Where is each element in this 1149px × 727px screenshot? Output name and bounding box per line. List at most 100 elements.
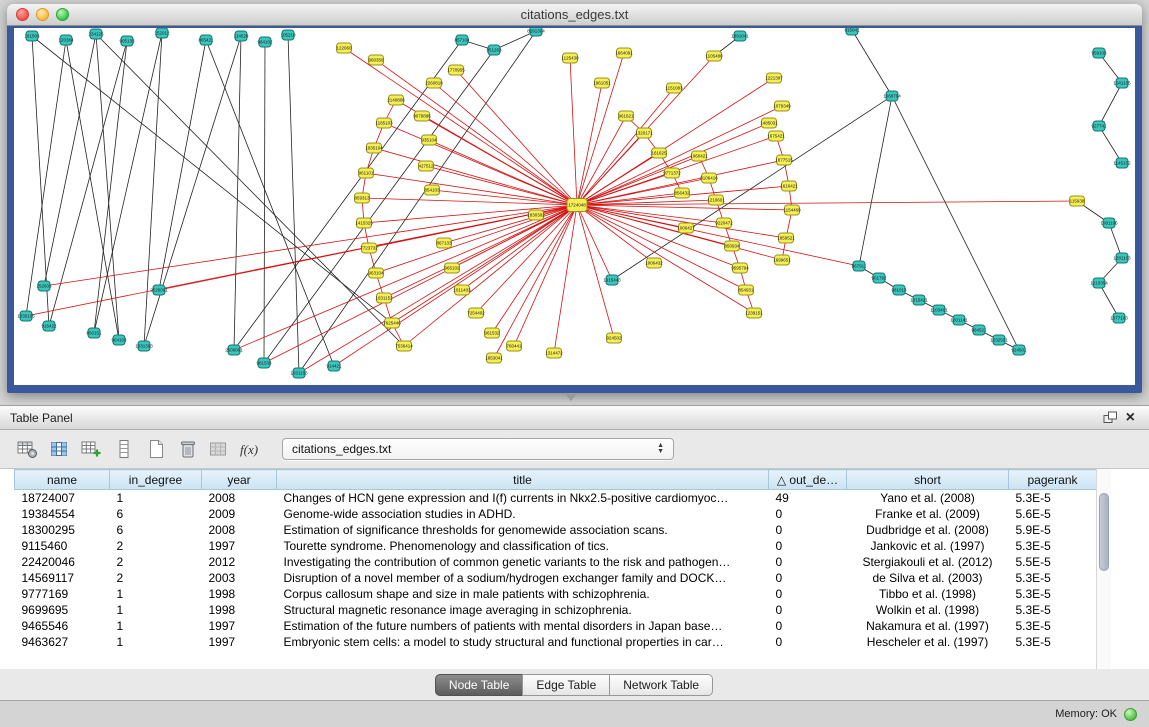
column-header-year[interactable]: year	[202, 470, 277, 490]
cell-pagerank[interactable]: 5.3E-5	[1009, 538, 1097, 554]
column-header-pagerank[interactable]: pagerank	[1009, 470, 1097, 490]
minimize-button[interactable]	[36, 8, 49, 21]
cell-title[interactable]: Investigating the contribution of common…	[277, 554, 769, 570]
tab-network-table[interactable]: Network Table	[609, 674, 713, 696]
cell-pagerank[interactable]: 5.3E-5	[1009, 634, 1097, 650]
cell-year[interactable]: 1997	[202, 634, 277, 650]
graph-edge[interactable]	[392, 205, 577, 323]
graph-edge[interactable]	[299, 205, 577, 373]
table-scrollbar-thumb[interactable]	[1099, 493, 1109, 571]
cell-year[interactable]: 1997	[202, 618, 277, 634]
graph-edge[interactable]	[577, 83, 602, 205]
trash-icon[interactable]	[174, 436, 201, 462]
close-button[interactable]	[16, 8, 29, 21]
table-row[interactable]: 911546021997Tourette syndrome. Phenomeno…	[15, 538, 1097, 554]
graph-edge[interactable]	[462, 205, 577, 290]
cell-name[interactable]: 9777169	[15, 586, 110, 602]
table-scrollbar[interactable]	[1096, 469, 1111, 669]
cell-pagerank[interactable]: 5.3E-5	[1009, 490, 1097, 507]
cell-out_degree[interactable]: 49	[769, 490, 847, 507]
graph-edge[interactable]	[892, 96, 1019, 350]
table-row[interactable]: 977716911998Corpus callosum shape and si…	[15, 586, 1097, 602]
column-header-out_degree[interactable]: △ out_de…	[769, 470, 847, 490]
column-header-name[interactable]: name	[15, 470, 110, 490]
cell-short[interactable]: Franke et al. (2009)	[847, 506, 1009, 522]
graph-edge[interactable]	[492, 205, 577, 333]
cell-out_degree[interactable]: 0	[769, 538, 847, 554]
import-table-icon[interactable]	[206, 436, 233, 462]
cell-short[interactable]: Hescheler et al. (1997)	[847, 634, 1009, 650]
cell-pagerank[interactable]: 5.5E-5	[1009, 554, 1097, 570]
cell-year[interactable]: 1998	[202, 602, 277, 618]
graph-edge[interactable]	[96, 34, 404, 346]
graph-edge[interactable]	[456, 70, 577, 205]
cell-in_degree[interactable]: 6	[110, 506, 202, 522]
cell-title[interactable]: Disruption of a novel member of a sodium…	[277, 570, 769, 586]
table-row[interactable]: 1938455462009Genome-wide association stu…	[15, 506, 1097, 522]
graph-edge[interactable]	[577, 123, 769, 205]
cell-name[interactable]: 14569117	[15, 570, 110, 586]
cell-title[interactable]: Changes of HCN gene expression and I(f) …	[277, 490, 769, 507]
graph-edge[interactable]	[299, 31, 536, 373]
tab-node-table[interactable]: Node Table	[435, 674, 524, 696]
cell-short[interactable]: Tibbo et al. (1998)	[847, 586, 1009, 602]
cell-name[interactable]: 22420046	[15, 554, 110, 570]
table-row[interactable]: 946554611997Estimation of the future num…	[15, 618, 1097, 634]
window-titlebar[interactable]: citations_edges.txt	[7, 4, 1142, 26]
cell-out_degree[interactable]: 0	[769, 634, 847, 650]
graph-edge[interactable]	[206, 40, 334, 366]
float-panel-icon[interactable]	[1099, 411, 1122, 424]
graph-edge[interactable]	[159, 40, 206, 290]
cell-year[interactable]: 2012	[202, 554, 277, 570]
cell-title[interactable]: Embryonic stem cells: a model to study s…	[277, 634, 769, 650]
table-row[interactable]: 1456911722003Disruption of a novel membe…	[15, 570, 1097, 586]
cell-name[interactable]: 18300295	[15, 522, 110, 538]
graph-edge[interactable]	[852, 30, 892, 96]
table-options-icon[interactable]	[14, 436, 41, 462]
cell-in_degree[interactable]: 1	[110, 618, 202, 634]
cell-title[interactable]: Structural magnetic resonance image aver…	[277, 602, 769, 618]
cell-out_degree[interactable]: 0	[769, 522, 847, 538]
graph-edge[interactable]	[570, 58, 577, 205]
cell-out_degree[interactable]: 0	[769, 586, 847, 602]
table-row[interactable]: 969969511998Structural magnetic resonanc…	[15, 602, 1097, 618]
cell-short[interactable]: Dudbridge et al. (2008)	[847, 522, 1009, 538]
graph-edge[interactable]	[554, 205, 577, 353]
cell-pagerank[interactable]: 5.3E-5	[1009, 618, 1097, 634]
column-header-short[interactable]: short	[847, 470, 1009, 490]
graph-edge[interactable]	[859, 96, 892, 266]
cell-pagerank[interactable]: 5.3E-5	[1009, 586, 1097, 602]
close-panel-icon[interactable]: ×	[1122, 411, 1139, 425]
cell-year[interactable]: 1998	[202, 586, 277, 602]
cell-short[interactable]: Nakamura et al. (1997)	[847, 618, 1009, 634]
graph-edge[interactable]	[577, 201, 1077, 205]
column-header-in_degree[interactable]: in_degree	[110, 470, 202, 490]
cell-name[interactable]: 9465546	[15, 618, 110, 634]
graph-edge[interactable]	[264, 50, 494, 363]
cell-year[interactable]: 2009	[202, 506, 277, 522]
zoom-button[interactable]	[56, 8, 69, 21]
cell-name[interactable]: 9699695	[15, 602, 110, 618]
graph-edge[interactable]	[376, 205, 577, 273]
cell-in_degree[interactable]: 1	[110, 586, 202, 602]
cell-name[interactable]: 18724007	[15, 490, 110, 507]
cell-short[interactable]: Jankovic et al. (1997)	[847, 538, 1009, 554]
graph-edge[interactable]	[476, 205, 577, 313]
cell-in_degree[interactable]: 1	[110, 634, 202, 650]
cell-in_degree[interactable]: 1	[110, 602, 202, 618]
graph-edge[interactable]	[1099, 83, 1122, 126]
network-canvas[interactable]: 1615031203842341259051331520128654211145…	[14, 28, 1135, 385]
graph-edge[interactable]	[94, 41, 127, 333]
graph-edge[interactable]	[374, 148, 577, 205]
new-column-icon[interactable]	[78, 436, 105, 462]
table-row[interactable]: 946362711997Embryonic stem cells: a mode…	[15, 634, 1097, 650]
new-file-icon[interactable]	[142, 436, 169, 462]
cell-title[interactable]: Tourette syndrome. Phenomenology and cla…	[277, 538, 769, 554]
table-row[interactable]: 2242004622012Investigating the contribut…	[15, 554, 1097, 570]
table-row[interactable]: 1830029562008Estimation of significance …	[15, 522, 1097, 538]
graph-edge[interactable]	[1099, 126, 1122, 163]
cell-year[interactable]: 1997	[202, 538, 277, 554]
cell-out_degree[interactable]: 0	[769, 618, 847, 634]
graph-edge[interactable]	[234, 205, 577, 350]
graph-edge[interactable]	[494, 205, 577, 358]
